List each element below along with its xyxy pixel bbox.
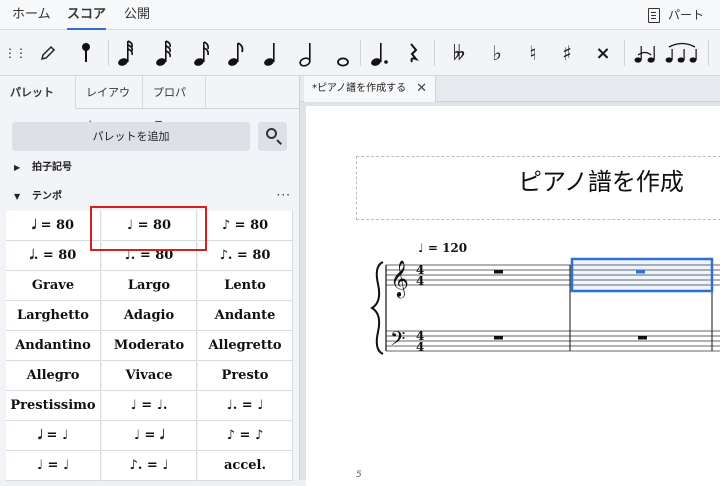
collapsed-arrow-icon: ▶	[14, 163, 21, 172]
add-palette-button[interactable]: パレットを追加	[12, 122, 250, 151]
double-sharp-icon[interactable]: ×	[588, 38, 618, 68]
slur-icon[interactable]	[664, 38, 700, 68]
expanded-arrow-icon: ▼	[14, 192, 21, 201]
tempo-palette-cell[interactable]: Moderato	[102, 331, 197, 361]
document-tab-label: *ピアノ譜を作成する	[312, 83, 407, 94]
selected-whole-rest[interactable]	[636, 270, 645, 274]
accent-pin-icon[interactable]	[71, 38, 101, 68]
tempo-palette-cell[interactable]: Largo	[102, 271, 197, 301]
tempo-palette-cell[interactable]: 𝅗𝅥. = 80	[6, 241, 101, 271]
pencil-icon[interactable]	[33, 38, 63, 68]
tempo-palette-cell[interactable]: Andante	[198, 301, 293, 331]
tie-icon[interactable]	[630, 38, 660, 68]
close-icon[interactable]: ✕	[416, 76, 427, 102]
dotted-note-icon[interactable]	[364, 38, 394, 68]
tempo-palette-cell[interactable]: ♪ = ♪	[198, 421, 293, 451]
tempo-marking[interactable]: ♩ = 120	[418, 241, 467, 255]
parts-button[interactable]: パート	[647, 0, 704, 30]
tempo-palette-cell[interactable]: ♩ = ♩.	[102, 391, 197, 421]
tab-properties[interactable]: プロパティ	[143, 76, 206, 132]
tempo-palette-cell[interactable]: ♪. = ♩	[102, 451, 197, 481]
piano-staff[interactable]: ♩ = 120 𝄞 𝄢 44 44	[306, 106, 720, 486]
tempo-palette-cell[interactable]: Prestissimo	[6, 391, 101, 421]
tempo-palette-cell[interactable]: 𝅗𝅥 = 80	[6, 211, 101, 241]
parts-icon	[647, 7, 660, 23]
sharp-icon[interactable]: ♯	[552, 38, 582, 68]
tempo-palette-cell[interactable]: ♩. = 80	[102, 241, 197, 271]
score-view[interactable]: ピアノ譜を作成 ♩ = 120 𝄞 𝄢 44 44 5	[300, 102, 720, 486]
eighth-note-icon[interactable]	[220, 38, 250, 68]
brace	[370, 261, 384, 355]
16th-note-icon[interactable]	[186, 38, 216, 68]
bass-clef-icon: 𝄢	[390, 327, 405, 355]
half-note-icon[interactable]	[292, 38, 322, 68]
tab-palette-label: パレット	[10, 86, 54, 99]
page-number: 5	[356, 470, 362, 480]
svg-text:4: 4	[416, 340, 424, 354]
rest-icon[interactable]	[398, 38, 428, 68]
tempo-palette-cell[interactable]: Adagio	[102, 301, 197, 331]
tempo-palette-cell[interactable]: ♪. = 80	[198, 241, 293, 271]
parts-label: パート	[667, 8, 704, 22]
tempo-palette-cell[interactable]: Allegro	[6, 361, 101, 391]
svg-text:4: 4	[416, 274, 424, 288]
document-tab-bar: *ピアノ譜を作成する ✕	[300, 76, 720, 102]
section-more-icon[interactable]: ···	[277, 188, 291, 202]
tempo-palette-cell[interactable]: ♪ = 80	[198, 211, 293, 241]
tab-home[interactable]: ホーム	[12, 0, 51, 30]
selected-measure[interactable]	[570, 257, 714, 293]
tempo-palette-cell[interactable]: Lento	[198, 271, 293, 301]
tempo-palette-cell[interactable]: Presto	[198, 361, 293, 391]
score-page: ピアノ譜を作成 ♩ = 120 𝄞 𝄢 44 44 5	[306, 106, 720, 486]
whole-rest[interactable]	[494, 270, 503, 274]
tempo-palette-cell[interactable]: Larghetto	[6, 301, 101, 331]
quarter-note-icon[interactable]	[256, 38, 286, 68]
whole-rest[interactable]	[638, 336, 647, 340]
64th-note-icon[interactable]	[110, 38, 140, 68]
tempo-palette-cell[interactable]: ♩ = 𝅗𝅥	[102, 421, 197, 451]
tempo-palette-cell[interactable]: ♩ = ♩	[6, 451, 101, 481]
tempo-palette-cell[interactable]: Andantino	[6, 331, 101, 361]
tempo-palette-cell[interactable]: 𝅗𝅥 = ♩	[6, 421, 101, 451]
double-flat-icon[interactable]: 𝄫	[444, 38, 474, 68]
tempo-palette-cell[interactable]: Vivace	[102, 361, 197, 391]
tab-score[interactable]: スコア	[67, 0, 107, 30]
document-tab[interactable]: *ピアノ譜を作成する ✕	[304, 76, 436, 102]
note-input-toolbar: ⋮⋮ 𝄫 ♭ ♮ ♯ ×	[0, 30, 720, 76]
whole-rest[interactable]	[494, 336, 503, 340]
whole-note-icon[interactable]	[328, 38, 358, 68]
tempo-palette-cell[interactable]: ♩. = ♩	[198, 391, 293, 421]
section-tempo-label: テンポ	[32, 191, 62, 202]
section-tempo[interactable]: ▼ テンポ	[14, 187, 62, 207]
tempo-palette-cell[interactable]: accel.	[198, 451, 293, 481]
flat-icon[interactable]: ♭	[482, 38, 512, 68]
tempo-palette-cell[interactable]: ♩ = 80	[102, 211, 197, 241]
menu-bar: ホーム スコア 公開 パート	[0, 0, 720, 30]
tempo-palette-cell[interactable]: Allegretto	[198, 331, 293, 361]
palette-search-button[interactable]	[258, 122, 287, 151]
search-icon	[266, 128, 277, 139]
palette-panel: パレット··· レイアウト プロパティ パレットを追加 ▶ 拍子記号 ▼ テンポ ·…	[0, 76, 300, 481]
tab-palette[interactable]: パレット···	[0, 76, 76, 132]
section-time-signature-label: 拍子記号	[32, 162, 72, 173]
32nd-note-icon[interactable]	[148, 38, 178, 68]
natural-icon[interactable]: ♮	[518, 38, 548, 68]
grip-icon[interactable]: ⋮⋮	[0, 38, 30, 68]
tab-publish[interactable]: 公開	[124, 0, 150, 30]
tab-layout[interactable]: レイアウト	[76, 76, 143, 132]
treble-clef-icon: 𝄞	[390, 259, 409, 298]
panel-tabs: パレット··· レイアウト プロパティ	[0, 76, 300, 132]
tempo-palette-cell[interactable]: Grave	[6, 271, 101, 301]
section-time-signature[interactable]: ▶ 拍子記号	[14, 158, 72, 178]
